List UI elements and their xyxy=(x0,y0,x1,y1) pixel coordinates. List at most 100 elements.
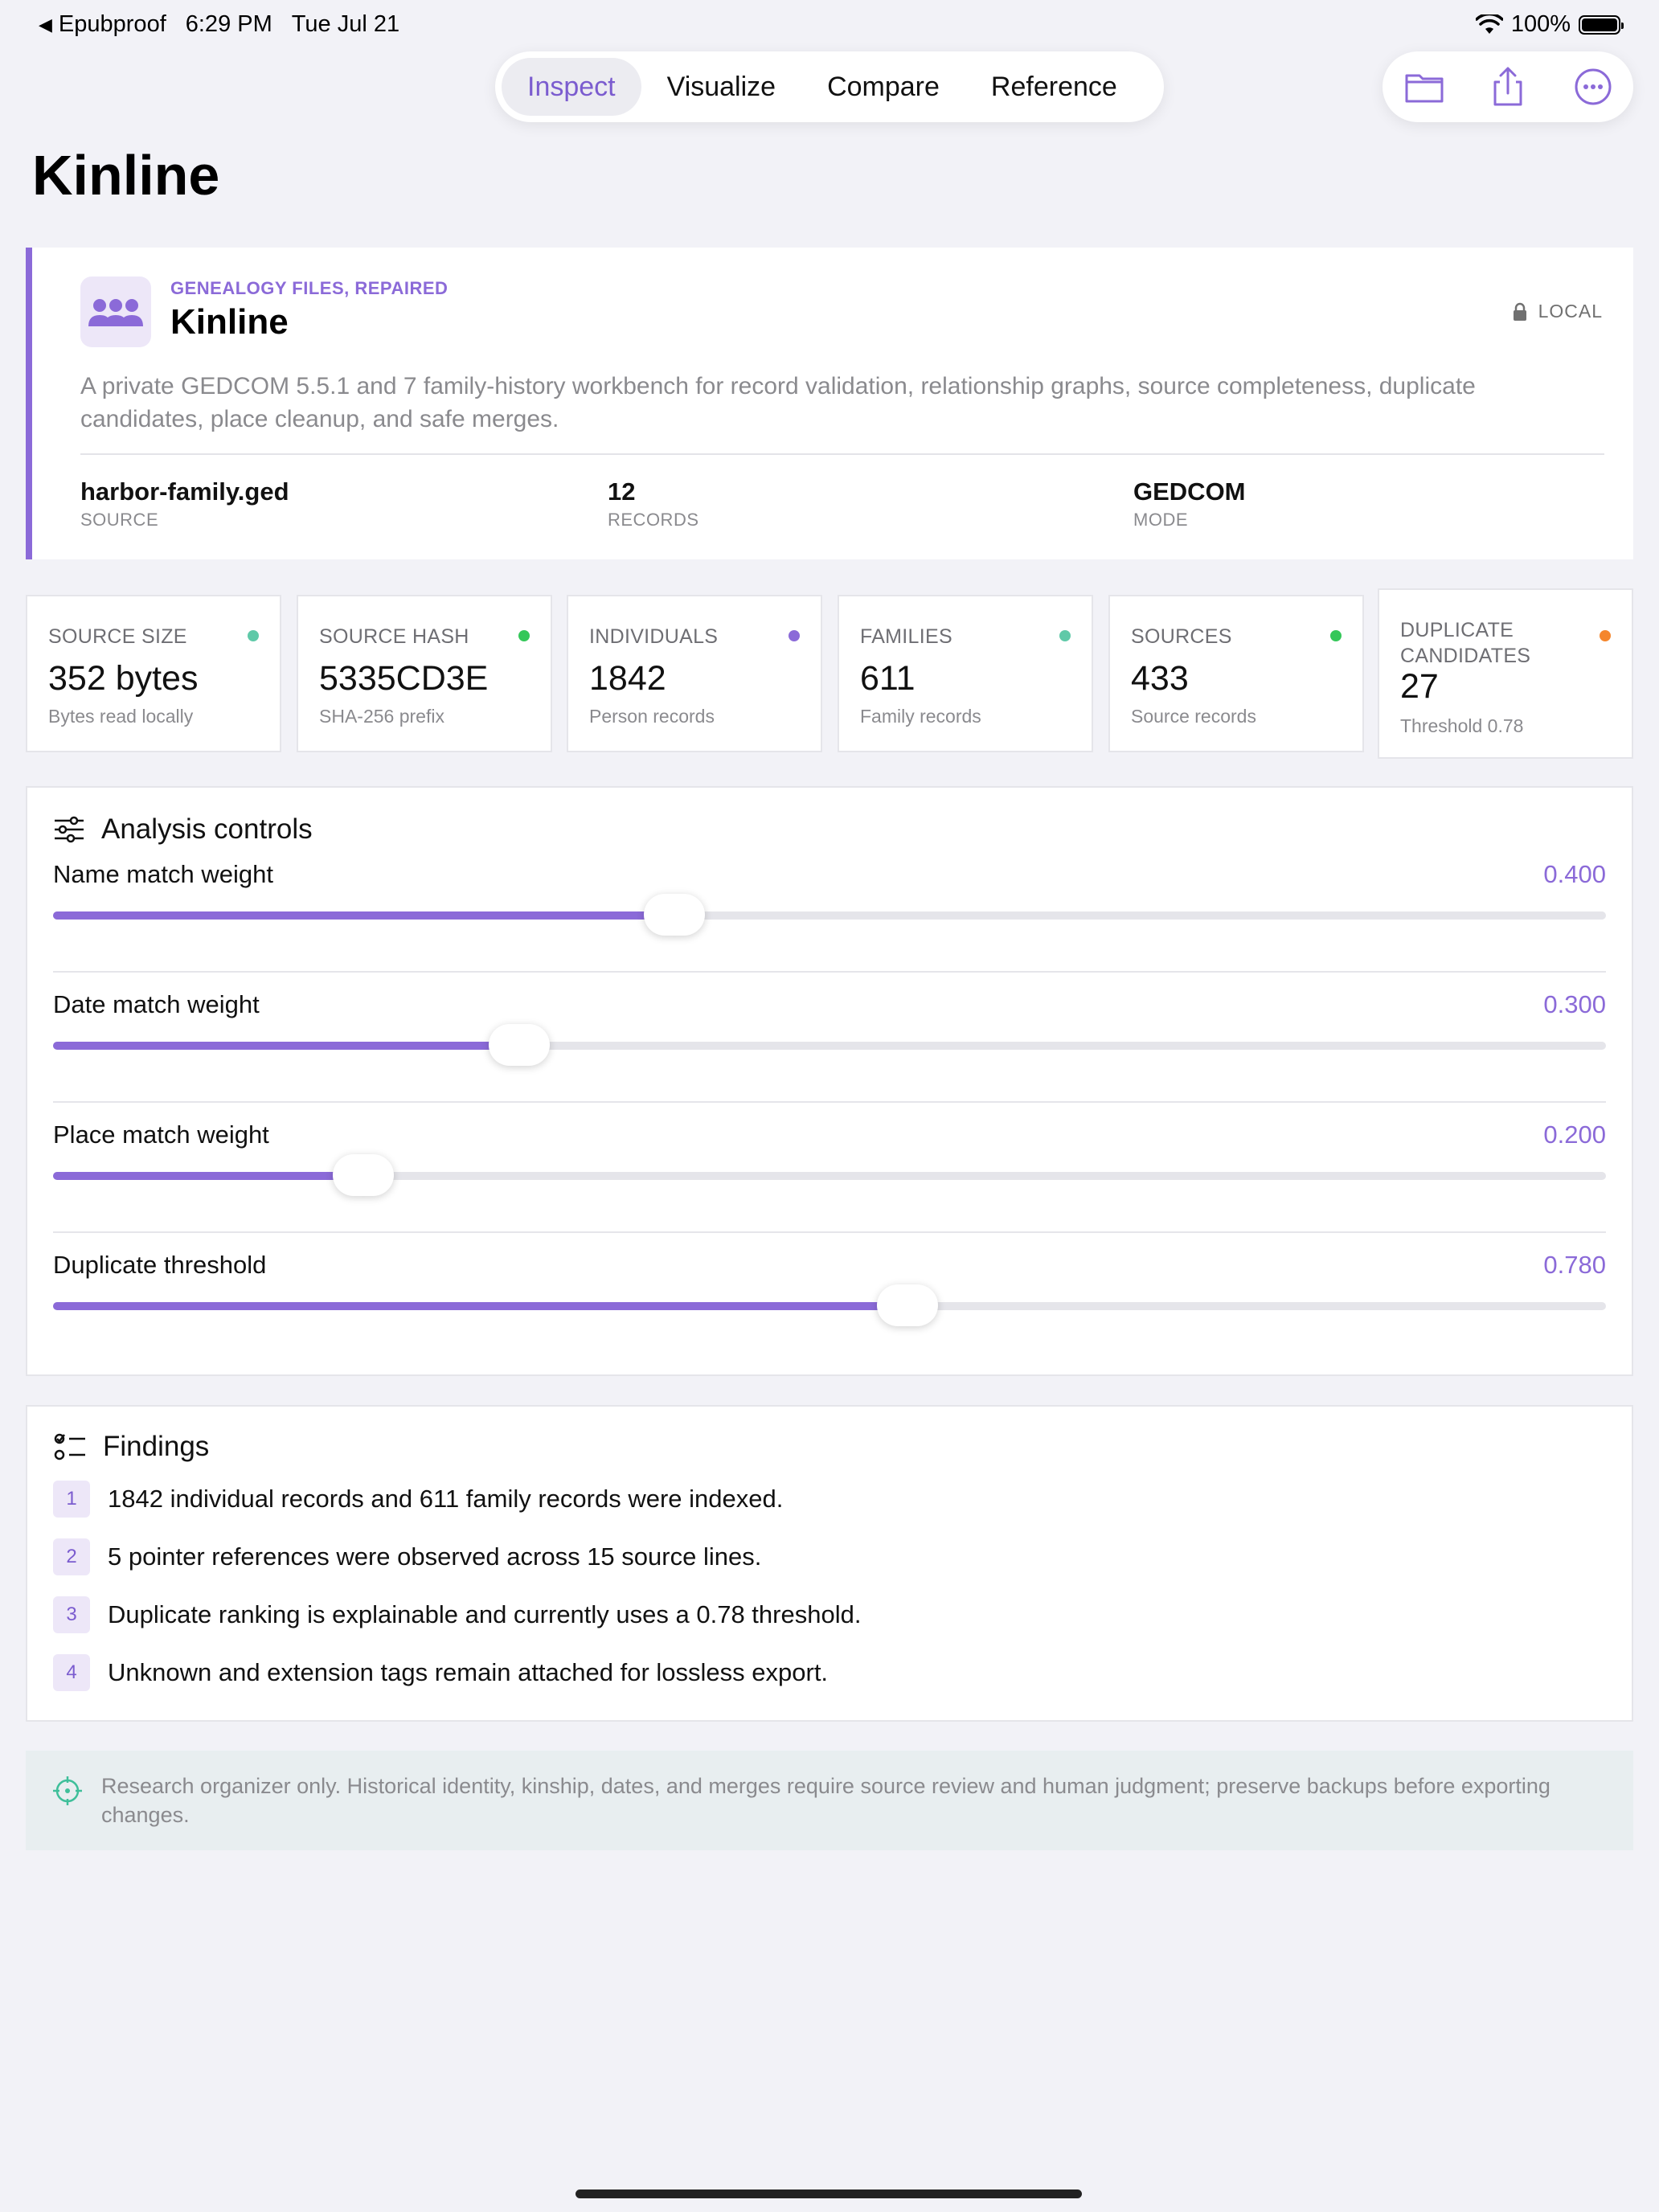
view-tabs: Inspect Visualize Compare Reference xyxy=(495,51,1164,122)
stat-subtitle: Source records xyxy=(1131,706,1256,727)
slider-track[interactable] xyxy=(53,894,1606,936)
stat-value: 27 xyxy=(1400,667,1439,706)
page-title: Kinline xyxy=(32,144,220,207)
stat-value: 433 xyxy=(1131,659,1189,698)
slider-thumb[interactable] xyxy=(333,1154,395,1196)
local-badge: LOCAL xyxy=(1513,301,1603,322)
stat-label: INDIVIDUALS xyxy=(589,625,719,648)
stat-card-source-size: SOURCE SIZE 352 bytes Bytes read locally xyxy=(26,595,281,752)
back-app-label[interactable]: Epubproof xyxy=(59,11,166,38)
stat-subtitle: Person records xyxy=(589,706,715,727)
slider-name-match-weight: Name match weight 0.400 xyxy=(53,842,1606,973)
slider-fill xyxy=(53,911,674,920)
target-icon xyxy=(53,1776,82,1805)
finding-number: 2 xyxy=(53,1538,90,1575)
findings-title: Findings xyxy=(103,1431,210,1462)
toolbar xyxy=(1382,51,1633,122)
slider-value: 0.400 xyxy=(1543,860,1606,888)
slider-duplicate-threshold: Duplicate threshold 0.780 xyxy=(53,1233,1606,1363)
sliders-icon xyxy=(55,816,84,843)
wifi-icon xyxy=(1475,14,1503,34)
meta-records-label: RECORDS xyxy=(608,510,699,530)
stat-card-families: FAMILIES 611 Family records xyxy=(838,595,1093,752)
hero-title: Kinline xyxy=(170,302,289,342)
status-dot xyxy=(1059,630,1071,641)
stat-label: FAMILIES xyxy=(860,625,952,648)
slider-label: Date match weight xyxy=(53,990,260,1018)
status-dot xyxy=(1330,630,1342,641)
slider-fill xyxy=(53,1172,364,1180)
status-time: 6:29 PM xyxy=(185,11,272,37)
meta-source-value: harbor-family.ged xyxy=(80,477,289,506)
stat-card-source-hash: SOURCE HASH 5335CD3E SHA-256 prefix xyxy=(297,595,552,752)
slider-thumb[interactable] xyxy=(876,1284,938,1326)
slider-label: Name match weight xyxy=(53,860,273,888)
findings-panel: Findings 1 1842 individual records and 6… xyxy=(26,1405,1633,1722)
stat-card-individuals: INDIVIDUALS 1842 Person records xyxy=(567,595,822,752)
tab-inspect[interactable]: Inspect xyxy=(502,58,641,116)
stat-label: SOURCE HASH xyxy=(319,625,469,648)
folder-icon[interactable] xyxy=(1403,66,1445,108)
stat-label: SOURCE SIZE xyxy=(48,625,187,648)
finding-text: Unknown and extension tags remain attach… xyxy=(108,1658,829,1686)
divider xyxy=(80,453,1604,455)
stat-value: 1842 xyxy=(589,659,666,698)
slider-label: Place match weight xyxy=(53,1120,269,1149)
slider-place-match-weight: Place match weight 0.200 xyxy=(53,1103,1606,1233)
finding-text: 1842 individual records and 611 family r… xyxy=(108,1485,784,1513)
status-bar-left: ◀ Epubproof 6:29 PM Tue Jul 21 xyxy=(39,11,399,38)
back-arrow-icon[interactable]: ◀ xyxy=(39,14,52,35)
meta-mode-value: GEDCOM xyxy=(1133,477,1246,506)
meta-mode-label: MODE xyxy=(1133,510,1188,530)
finding-item: 3 Duplicate ranking is explainable and c… xyxy=(53,1596,861,1633)
status-date: Tue Jul 21 xyxy=(291,11,400,37)
finding-item: 4 Unknown and extension tags remain atta… xyxy=(53,1654,828,1691)
slider-track[interactable] xyxy=(53,1284,1606,1326)
status-dot xyxy=(789,630,800,641)
tab-compare[interactable]: Compare xyxy=(801,58,965,116)
finding-number: 1 xyxy=(53,1481,90,1518)
disclaimer-text: Research organizer only. Historical iden… xyxy=(101,1774,1550,1827)
stat-value: 352 bytes xyxy=(48,659,199,698)
tab-visualize[interactable]: Visualize xyxy=(641,58,801,116)
status-dot xyxy=(248,630,259,641)
slider-value: 0.200 xyxy=(1543,1120,1606,1149)
stat-value: 5335CD3E xyxy=(319,659,489,698)
slider-date-match-weight: Date match weight 0.300 xyxy=(53,973,1606,1103)
hero-description: A private GEDCOM 5.5.1 and 7 family-hist… xyxy=(80,373,1476,432)
stat-subtitle: Bytes read locally xyxy=(48,706,194,727)
stat-subtitle: Threshold 0.78 xyxy=(1400,715,1524,736)
finding-item: 1 1842 individual records and 611 family… xyxy=(53,1481,783,1518)
stat-subtitle: SHA-256 prefix xyxy=(319,706,444,727)
findings-header: Findings xyxy=(53,1431,209,1463)
analysis-controls-panel: Analysis controls Name match weight 0.40… xyxy=(26,786,1633,1376)
stat-label: DUPLICATE CANDIDATES xyxy=(1400,619,1531,667)
finding-text: 5 pointer references were observed acros… xyxy=(108,1542,762,1571)
slider-value: 0.780 xyxy=(1543,1251,1606,1279)
share-icon[interactable] xyxy=(1487,66,1529,108)
checklist-icon xyxy=(54,1433,85,1460)
people-icon xyxy=(80,276,151,347)
finding-number: 3 xyxy=(53,1596,90,1633)
slider-value: 0.300 xyxy=(1543,990,1606,1018)
stat-card-duplicate-candidates: DUPLICATE CANDIDATES 27 Threshold 0.78 xyxy=(1378,588,1633,759)
app-summary-card: GENEALOGY FILES, REPAIRED Kinline LOCAL … xyxy=(26,248,1633,559)
tab-reference[interactable]: Reference xyxy=(965,58,1143,116)
finding-text: Duplicate ranking is explainable and cur… xyxy=(108,1600,862,1628)
status-dot xyxy=(1600,630,1611,641)
slider-track[interactable] xyxy=(53,1024,1606,1066)
battery-icon xyxy=(1579,14,1624,35)
disclaimer-banner: Research organizer only. Historical iden… xyxy=(26,1751,1633,1850)
slider-thumb[interactable] xyxy=(643,894,705,936)
more-icon[interactable] xyxy=(1572,66,1614,108)
meta-source-label: SOURCE xyxy=(80,510,159,530)
stat-value: 611 xyxy=(860,659,916,698)
finding-item: 2 5 pointer references were observed acr… xyxy=(53,1538,761,1575)
local-badge-label: LOCAL xyxy=(1538,301,1603,322)
home-indicator[interactable] xyxy=(576,2189,1082,2198)
stat-card-sources: SOURCES 433 Source records xyxy=(1108,595,1364,752)
stat-label: SOURCES xyxy=(1131,625,1232,648)
status-bar-right: 100% xyxy=(1475,11,1624,38)
slider-thumb[interactable] xyxy=(488,1024,550,1066)
slider-track[interactable] xyxy=(53,1154,1606,1196)
